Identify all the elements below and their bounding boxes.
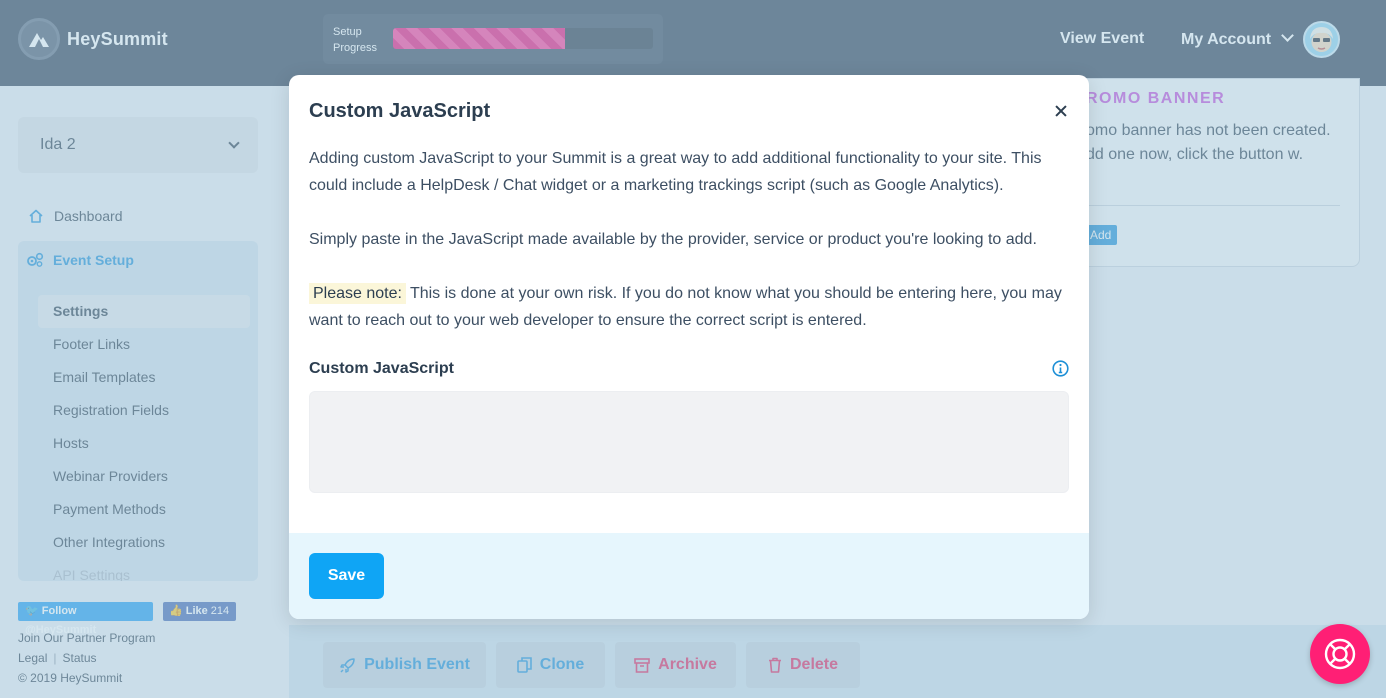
modal-footer: Save bbox=[289, 533, 1089, 619]
close-icon[interactable] bbox=[1053, 103, 1069, 119]
custom-javascript-modal: Custom JavaScript Adding custom JavaScri… bbox=[289, 75, 1089, 619]
modal-note: Please note: This is done at your own ris… bbox=[309, 280, 1069, 334]
save-button[interactable]: Save bbox=[309, 553, 384, 599]
note-text: This is done at your own risk. If you do… bbox=[309, 285, 1062, 329]
lifebuoy-icon bbox=[1324, 638, 1356, 670]
info-icon[interactable] bbox=[1052, 360, 1069, 377]
modal-description: Adding custom JavaScript to your Summit … bbox=[309, 150, 1042, 194]
modal-title: Custom JavaScript bbox=[309, 100, 491, 122]
custom-javascript-textarea[interactable] bbox=[309, 391, 1069, 493]
custom-javascript-label: Custom JavaScript bbox=[309, 360, 454, 377]
help-chat-button[interactable] bbox=[1310, 624, 1370, 684]
modal-instructions: Simply paste in the JavaScript made avai… bbox=[309, 231, 1037, 248]
note-highlight: Please note: bbox=[309, 283, 406, 304]
